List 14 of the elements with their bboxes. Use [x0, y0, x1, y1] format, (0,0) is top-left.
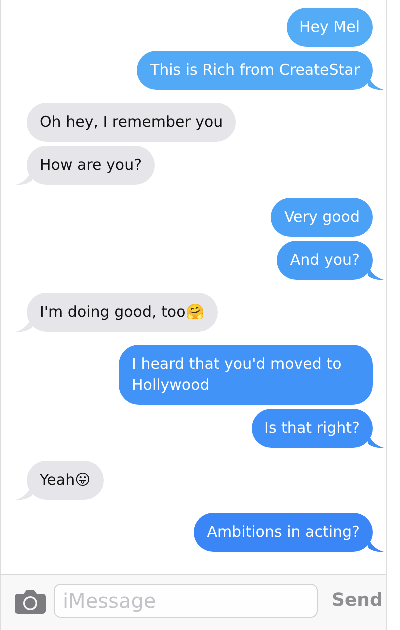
- message-bubble: I heard that you'd moved to Hollywood: [119, 345, 373, 405]
- message-bubble: Yeah😛: [27, 461, 104, 500]
- camera-icon[interactable]: [15, 589, 46, 614]
- message-bubble: And you?: [277, 241, 373, 280]
- send-button[interactable]: Send: [326, 587, 383, 614]
- message-bubble: Hey Mel: [286, 8, 373, 47]
- message-bubble: Oh hey, I remember you: [27, 103, 236, 142]
- message-input[interactable]: iMessage: [54, 584, 318, 618]
- message-bubble: Is that right?: [252, 409, 373, 448]
- message-bubble: I'm doing good, too🤗: [27, 293, 218, 332]
- message-bubble: Ambitions in acting?: [194, 513, 373, 552]
- message-bubble: Very good: [271, 198, 373, 237]
- message-bubble: This is Rich from CreateStar: [137, 51, 373, 90]
- message-bubble: How are you?: [27, 146, 156, 185]
